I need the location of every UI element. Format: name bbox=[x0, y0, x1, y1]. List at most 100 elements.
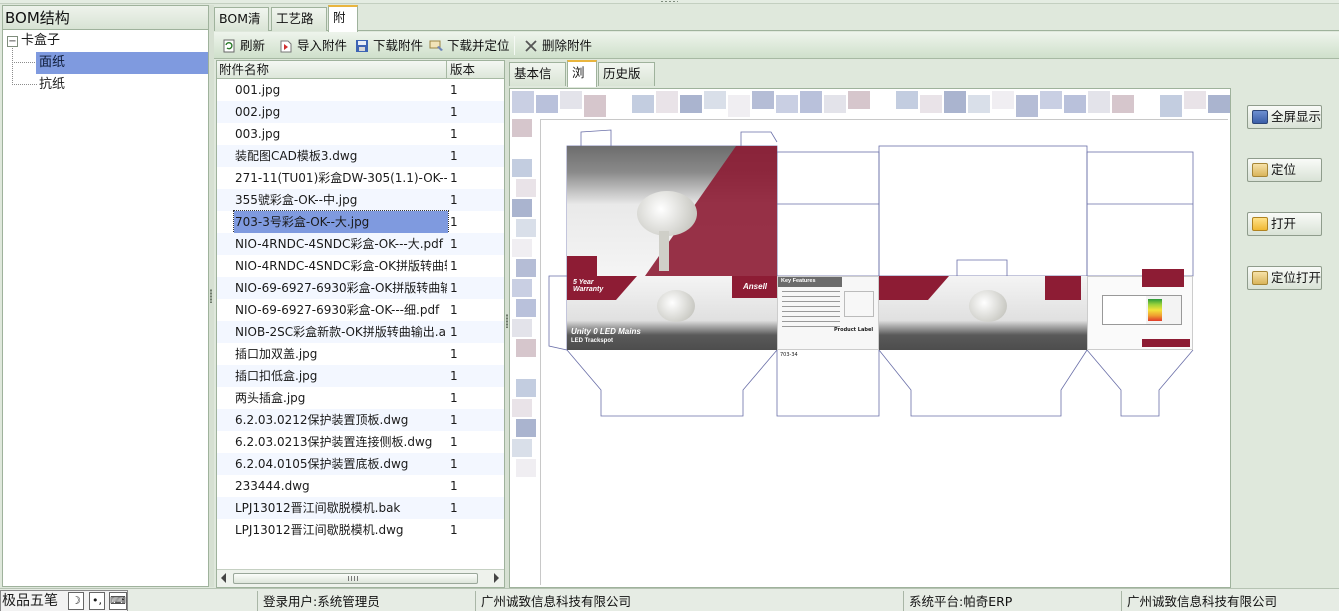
table-row[interactable]: NIO-4RNDC-4SNDC彩盒-OK拼版转曲输出 1 bbox=[217, 255, 504, 277]
attachment-name: 271-11(TU01)彩盒DW-305(1.1)-OK---细.jp bbox=[235, 171, 447, 185]
table-row[interactable]: 355號彩盒-OK--中.jpg 1 bbox=[217, 189, 504, 211]
table-row[interactable]: NIO-69-6927-6930彩盒-OK拼版转曲输出. 1 bbox=[217, 277, 504, 299]
table-row[interactable]: 6.2.04.0105保护装置底板.dwg 1 bbox=[217, 453, 504, 475]
table-row[interactable]: 插口加双盖.jpg 1 bbox=[217, 343, 504, 365]
tab-bom-list[interactable]: BOM清单 bbox=[214, 7, 269, 48]
locate-button[interactable]: 定位 bbox=[1247, 158, 1322, 182]
ime-toolbar[interactable]: 极品五笔 ☽ •, ⌨ bbox=[0, 590, 128, 611]
tab-basic-info[interactable]: 基本信息 bbox=[509, 62, 566, 103]
delete-attachment-button[interactable]: 删除附件 bbox=[524, 35, 592, 56]
attachment-name: 6.2.03.0213保护装置连接侧板.dwg bbox=[235, 435, 433, 449]
download-locate-icon bbox=[429, 38, 443, 52]
column-header-name[interactable]: 附件名称 bbox=[219, 61, 269, 79]
dieline-preview-canvas: 5 Year Warranty Ansell Unity 0 LED Mains… bbox=[540, 119, 1228, 585]
attachment-version: 1 bbox=[450, 105, 458, 119]
attachment-name: 001.jpg bbox=[235, 83, 281, 97]
table-row[interactable]: 插口扣低盒.jpg 1 bbox=[217, 365, 504, 387]
delete-x-icon bbox=[524, 38, 538, 52]
download-label: 下载附件 bbox=[373, 38, 424, 53]
attachment-name: 233444.dwg bbox=[235, 479, 310, 493]
tree-node-root[interactable]: 卡盒子 bbox=[21, 30, 60, 52]
scroll-left-arrow-icon[interactable] bbox=[221, 573, 226, 583]
key-features-title: Key Features bbox=[781, 278, 816, 284]
table-row[interactable]: 271-11(TU01)彩盒DW-305(1.1)-OK---细.jp1 bbox=[217, 167, 504, 189]
download-and-locate-button[interactable]: 下载并定位 bbox=[429, 35, 510, 56]
preview-viewer[interactable]: 5 Year Warranty Ansell Unity 0 LED Mains… bbox=[509, 88, 1231, 588]
attachment-version: 1 bbox=[450, 303, 458, 317]
attachment-name: NIO-69-6927-6930彩盒-OK拼版转曲输出. bbox=[235, 281, 447, 295]
attachment-name: NIO-4RNDC-4SNDC彩盒-OK---大.pdf bbox=[235, 237, 444, 251]
tree-node-liner-paper[interactable]: 抗纸 bbox=[39, 74, 65, 96]
panel-back bbox=[879, 276, 1087, 350]
table-row[interactable]: 001.jpg 1 bbox=[217, 79, 504, 101]
scroll-right-arrow-icon[interactable] bbox=[494, 573, 499, 583]
locate-open-button[interactable]: 定位打开 bbox=[1247, 266, 1322, 290]
ime-keyboard-icon[interactable]: ⌨ bbox=[109, 592, 127, 610]
panel-front: 5 Year Warranty Ansell Unity 0 LED Mains… bbox=[567, 276, 777, 350]
locate-open-icon bbox=[1252, 271, 1268, 285]
blurred-toolbar-strip bbox=[512, 91, 1230, 117]
attachment-version: 1 bbox=[450, 281, 458, 295]
table-row[interactable]: NIOB-2SC彩盒新款-OK拼版转曲输出.ai 1 bbox=[217, 321, 504, 343]
tab-preview[interactable]: 浏览 bbox=[567, 60, 597, 102]
attachment-version: 1 bbox=[450, 127, 458, 141]
table-row[interactable]: 两头插盒.jpg 1 bbox=[217, 387, 504, 409]
table-row[interactable]: LPJ13012晋江间歇脱模机.bak 1 bbox=[217, 497, 504, 519]
table-row[interactable]: NIO-4RNDC-4SNDC彩盒-OK---大.pdf 1 bbox=[217, 233, 504, 255]
scrollbar-thumb[interactable] bbox=[233, 573, 478, 584]
table-row[interactable]: 002.jpg 1 bbox=[217, 101, 504, 123]
attachment-version: 1 bbox=[450, 457, 458, 471]
attachment-version: 1 bbox=[450, 149, 458, 163]
table-row[interactable]: 003.jpg 1 bbox=[217, 123, 504, 145]
attachment-name: 6.2.03.0212保护装置顶板.dwg bbox=[235, 413, 409, 427]
tree-collapse-toggle[interactable]: − bbox=[7, 36, 18, 47]
open-folder-icon bbox=[1252, 217, 1268, 231]
table-row[interactable]: 6.2.03.0212保护装置顶板.dwg 1 bbox=[217, 409, 504, 431]
save-disk-icon bbox=[355, 38, 369, 52]
tab-process-route[interactable]: 工艺路线 bbox=[271, 7, 327, 48]
attachment-version: 1 bbox=[450, 215, 458, 229]
attachment-name: 两头插盒.jpg bbox=[235, 391, 306, 405]
attachment-version: 1 bbox=[450, 193, 458, 207]
tree-node-facing-paper[interactable]: 面纸 bbox=[36, 52, 208, 74]
delete-label: 删除附件 bbox=[542, 38, 593, 53]
table-row[interactable]: 装配图CAD模板3.dwg 1 bbox=[217, 145, 504, 167]
table-row[interactable]: LPJ13012晋江间歇脱模机.dwg 1 bbox=[217, 519, 504, 541]
attachment-version: 1 bbox=[450, 237, 458, 251]
table-row[interactable]: 6.2.03.0213保护装置连接侧板.dwg 1 bbox=[217, 431, 504, 453]
download-attachment-button[interactable]: 下载附件 bbox=[355, 35, 423, 56]
ime-name: 极品五笔 bbox=[2, 593, 58, 609]
attachment-version: 1 bbox=[450, 523, 458, 537]
attachment-name: 装配图CAD模板3.dwg bbox=[235, 149, 358, 163]
attachment-version: 1 bbox=[450, 347, 458, 361]
open-button[interactable]: 打开 bbox=[1247, 212, 1322, 236]
tab-version-history[interactable]: 历史版本 bbox=[598, 62, 655, 103]
open-label: 打开 bbox=[1271, 216, 1297, 231]
locate-label: 定位 bbox=[1271, 162, 1297, 177]
fullscreen-button[interactable]: 全屏显示 bbox=[1247, 105, 1322, 129]
horizontal-scrollbar[interactable] bbox=[217, 569, 504, 587]
bom-tree-panel: BOM结构 − 卡盒子 面纸 抗纸 bbox=[2, 5, 209, 587]
attachment-version: 1 bbox=[450, 435, 458, 449]
status-company-2: 广州诚致信息科技有限公司 bbox=[1121, 591, 1339, 611]
ime-moon-icon[interactable]: ☽ bbox=[68, 592, 84, 610]
import-attachment-button[interactable]: 导入附件 bbox=[279, 35, 347, 56]
top-splitter[interactable] bbox=[0, 0, 1339, 4]
attachment-version: 1 bbox=[450, 413, 458, 427]
attachment-version: 1 bbox=[450, 325, 458, 339]
table-row[interactable]: 703-3号彩盒-OK--大.jpg 1 bbox=[217, 210, 504, 234]
refresh-button[interactable]: 刷新 bbox=[222, 35, 265, 56]
brand-logo: Ansell bbox=[743, 282, 768, 291]
left-splitter[interactable] bbox=[209, 5, 214, 587]
blurred-side-strip bbox=[512, 119, 538, 479]
column-header-version[interactable]: 版本 bbox=[450, 61, 475, 79]
warranty-word: Warranty bbox=[573, 286, 604, 293]
table-row[interactable]: NIO-69-6927-6930彩盒-OK---细.pdf 1 bbox=[217, 299, 504, 321]
attachment-version: 1 bbox=[450, 479, 458, 493]
tab-attachments[interactable]: 附件 bbox=[328, 5, 358, 47]
status-bar: 极品五笔 ☽ •, ⌨ 登录用户:系统管理员 广州诚致信息科技有限公司 系统平台… bbox=[0, 588, 1339, 611]
table-row[interactable]: 233444.dwg 1 bbox=[217, 475, 504, 497]
attachment-name: LPJ13012晋江间歇脱模机.bak bbox=[235, 501, 401, 515]
ime-punct-icon[interactable]: •, bbox=[89, 592, 105, 610]
attachment-name: 703-3号彩盒-OK--大.jpg bbox=[233, 210, 449, 234]
